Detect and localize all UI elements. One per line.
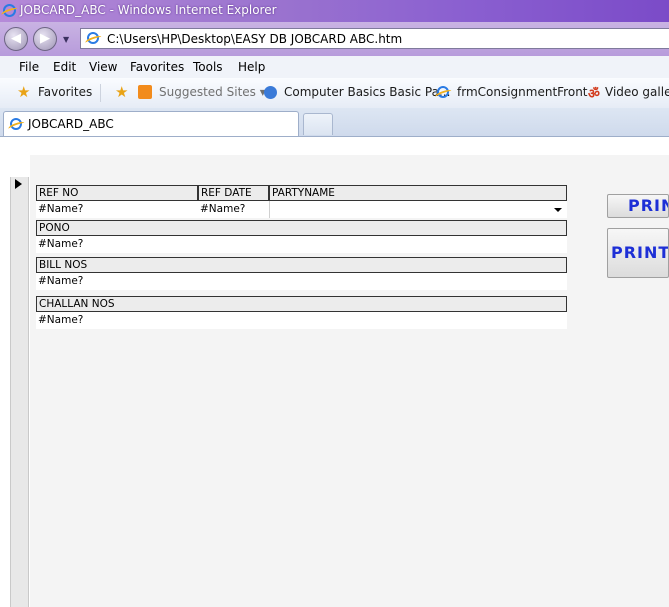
dropdown-arrow-icon[interactable] — [554, 208, 562, 212]
ie-page-icon — [437, 86, 449, 98]
back-icon[interactable]: ◀ — [4, 27, 28, 51]
bill-nos-field[interactable]: #Name? — [36, 273, 567, 290]
globe-icon — [264, 86, 277, 99]
ref-date-label: REF DATE — [198, 185, 269, 201]
menu-favorites[interactable]: Favorites — [130, 60, 184, 74]
menu-help[interactable]: Help — [238, 60, 265, 74]
menu-edit[interactable]: Edit — [53, 60, 76, 74]
separator — [100, 84, 101, 102]
ref-no-field[interactable]: #Name? — [36, 201, 198, 218]
print-button[interactable]: PRIN — [607, 194, 669, 218]
favorites-bar: ★ Favorites ★ Suggested Sites ▾ Computer… — [0, 78, 669, 109]
window-title: JOBCARD_ABC - Windows Internet Explorer — [20, 3, 277, 17]
favorites-star-icon[interactable]: ★ — [17, 83, 30, 101]
title-bar: JOBCARD_ABC - Windows Internet Explorer — [0, 0, 669, 22]
current-record-arrow-icon — [15, 179, 22, 189]
ref-no-label: REF NO — [36, 185, 198, 201]
navigation-bar: ◀ ▶ ▼ C:\Users\HP\Desktop\EASY DB JOBCAR… — [0, 22, 669, 56]
tab-ie-icon — [10, 118, 22, 130]
forward-icon[interactable]: ▶ — [33, 27, 57, 51]
fav-suggested-sites[interactable]: Suggested Sites ▾ — [159, 85, 266, 99]
fav-frm-consignment[interactable]: frmConsignmentFront — [457, 85, 588, 99]
record-selector[interactable] — [10, 177, 29, 607]
ie-logo-icon — [3, 4, 16, 17]
page-icon — [87, 32, 99, 44]
address-url[interactable]: C:\Users\HP\Desktop\EASY DB JOBCARD ABC.… — [107, 32, 402, 46]
fav-video-gallery[interactable]: Video gallery — [605, 85, 669, 99]
ref-date-field[interactable]: #Name? — [198, 201, 269, 218]
om-icon: ॐ — [588, 87, 600, 102]
tab-title: JOBCARD_ABC — [28, 117, 114, 131]
print-report-button[interactable]: PRINT — [607, 228, 669, 278]
menu-view[interactable]: View — [89, 60, 117, 74]
fav-computer-basics[interactable]: Computer Basics Basic Pa... — [284, 85, 450, 99]
menu-file[interactable]: File — [19, 60, 39, 74]
pono-field[interactable]: #Name? — [36, 236, 567, 253]
party-name-label: PARTYNAME — [269, 185, 567, 201]
challan-nos-label: CHALLAN NOS — [36, 296, 567, 312]
history-dropdown-icon[interactable]: ▼ — [63, 35, 69, 44]
favorites-button[interactable]: Favorites — [38, 85, 92, 99]
address-bar[interactable]: C:\Users\HP\Desktop\EASY DB JOBCARD ABC.… — [80, 28, 669, 49]
menu-tools[interactable]: Tools — [193, 60, 223, 74]
add-favorite-icon[interactable]: ★ — [115, 83, 128, 101]
pono-label: PONO — [36, 220, 567, 236]
tab-strip: JOBCARD_ABC — [0, 108, 669, 137]
new-tab-button[interactable] — [303, 113, 333, 135]
tab-jobcard[interactable]: JOBCARD_ABC — [3, 111, 299, 136]
challan-nos-field[interactable]: #Name? — [36, 312, 567, 329]
menu-bar: File Edit View Favorites Tools Help — [0, 56, 669, 79]
page-content: REF NO REF DATE PARTYNAME #Name? #Name? … — [0, 137, 669, 607]
party-name-combo[interactable] — [269, 201, 567, 218]
suggested-sites-icon — [138, 85, 152, 99]
bill-nos-label: BILL NOS — [36, 257, 567, 273]
